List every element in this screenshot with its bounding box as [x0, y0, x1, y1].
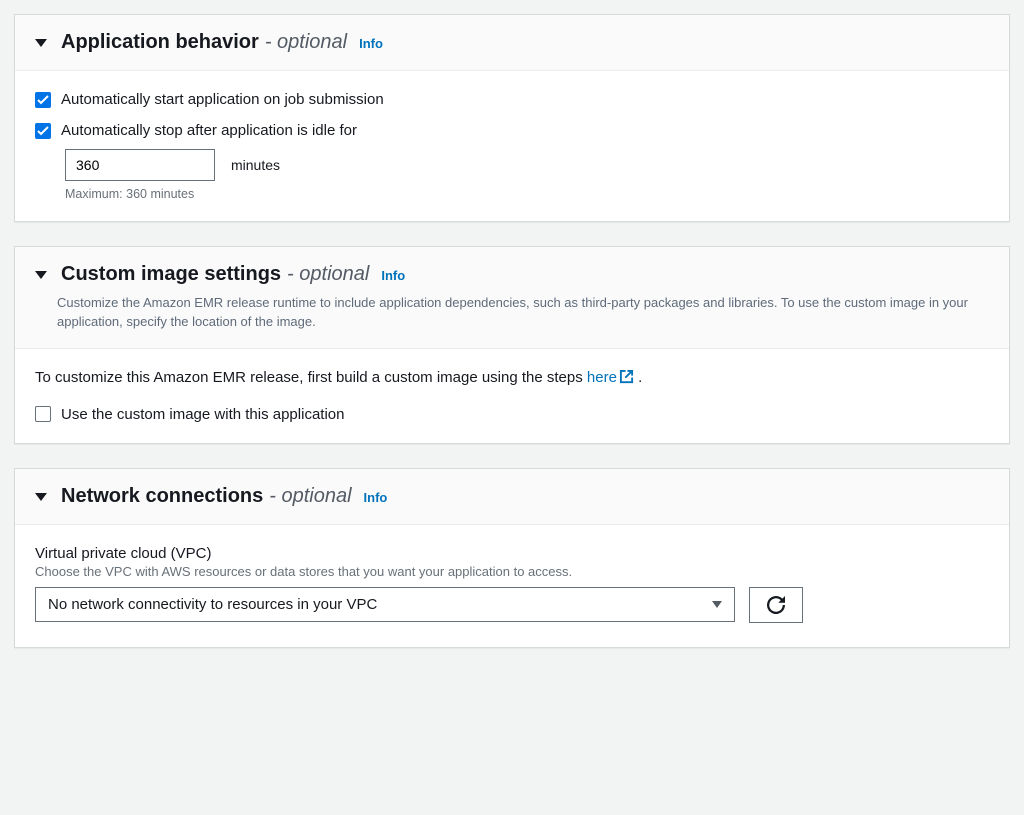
- auto-start-label: Automatically start application on job s…: [61, 91, 384, 108]
- use-custom-checkbox[interactable]: [35, 406, 51, 422]
- panel-title-row[interactable]: Application behavior - optional Info: [35, 31, 989, 54]
- info-link[interactable]: Info: [381, 268, 405, 283]
- panel-title: Application behavior: [61, 31, 259, 54]
- external-link-icon: [619, 369, 634, 388]
- use-custom-label: Use the custom image with this applicati…: [61, 406, 344, 423]
- panel-title-suffix: - optional: [269, 485, 351, 508]
- auto-stop-checkbox[interactable]: [35, 123, 51, 139]
- panel-title: Custom image settings: [61, 263, 281, 286]
- checkmark-icon: [37, 95, 49, 105]
- panel-header: Custom image settings - optional Info Cu…: [15, 247, 1009, 349]
- customize-text-post: .: [634, 369, 642, 386]
- idle-minutes-input[interactable]: [65, 149, 215, 181]
- panel-body: To customize this Amazon EMR release, fi…: [15, 349, 1009, 443]
- auto-start-checkbox[interactable]: [35, 92, 51, 108]
- idle-minutes-unit: minutes: [231, 157, 280, 173]
- panel-body: Virtual private cloud (VPC) Choose the V…: [15, 525, 1009, 647]
- chevron-down-icon: [712, 601, 722, 608]
- vpc-select-row: No network connectivity to resources in …: [35, 587, 989, 623]
- vpc-select[interactable]: No network connectivity to resources in …: [35, 587, 735, 622]
- refresh-icon: [767, 596, 785, 614]
- info-link[interactable]: Info: [364, 490, 388, 505]
- network-connections-panel: Network connections - optional Info Virt…: [14, 468, 1010, 648]
- refresh-button[interactable]: [749, 587, 803, 623]
- vpc-selected-value: No network connectivity to resources in …: [48, 596, 377, 613]
- caret-down-icon: [35, 493, 47, 501]
- panel-title-row[interactable]: Custom image settings - optional Info: [35, 263, 989, 286]
- checkmark-icon: [37, 126, 49, 136]
- caret-down-icon: [35, 39, 47, 47]
- panel-header: Network connections - optional Info: [15, 469, 1009, 525]
- panel-title: Network connections: [61, 485, 263, 508]
- build-image-link[interactable]: here: [587, 369, 634, 386]
- custom-image-panel: Custom image settings - optional Info Cu…: [14, 246, 1010, 444]
- idle-minutes-hint: Maximum: 360 minutes: [65, 187, 989, 201]
- customize-instructions: To customize this Amazon EMR release, fi…: [35, 369, 989, 388]
- vpc-label: Virtual private cloud (VPC): [35, 545, 989, 562]
- panel-title-row[interactable]: Network connections - optional Info: [35, 485, 989, 508]
- panel-title-suffix: - optional: [265, 31, 347, 54]
- panel-body: Automatically start application on job s…: [15, 71, 1009, 221]
- use-custom-checkbox-row: Use the custom image with this applicati…: [35, 406, 989, 423]
- auto-stop-checkbox-row: Automatically stop after application is …: [35, 122, 989, 139]
- auto-start-checkbox-row: Automatically start application on job s…: [35, 91, 989, 108]
- vpc-description: Choose the VPC with AWS resources or dat…: [35, 564, 989, 579]
- panel-header: Application behavior - optional Info: [15, 15, 1009, 71]
- panel-description: Customize the Amazon EMR release runtime…: [57, 294, 989, 332]
- auto-stop-label: Automatically stop after application is …: [61, 122, 357, 139]
- info-link[interactable]: Info: [359, 36, 383, 51]
- panel-title-suffix: - optional: [287, 263, 369, 286]
- caret-down-icon: [35, 271, 47, 279]
- customize-text-pre: To customize this Amazon EMR release, fi…: [35, 369, 587, 386]
- idle-minutes-row: minutes: [65, 149, 989, 181]
- application-behavior-panel: Application behavior - optional Info Aut…: [14, 14, 1010, 222]
